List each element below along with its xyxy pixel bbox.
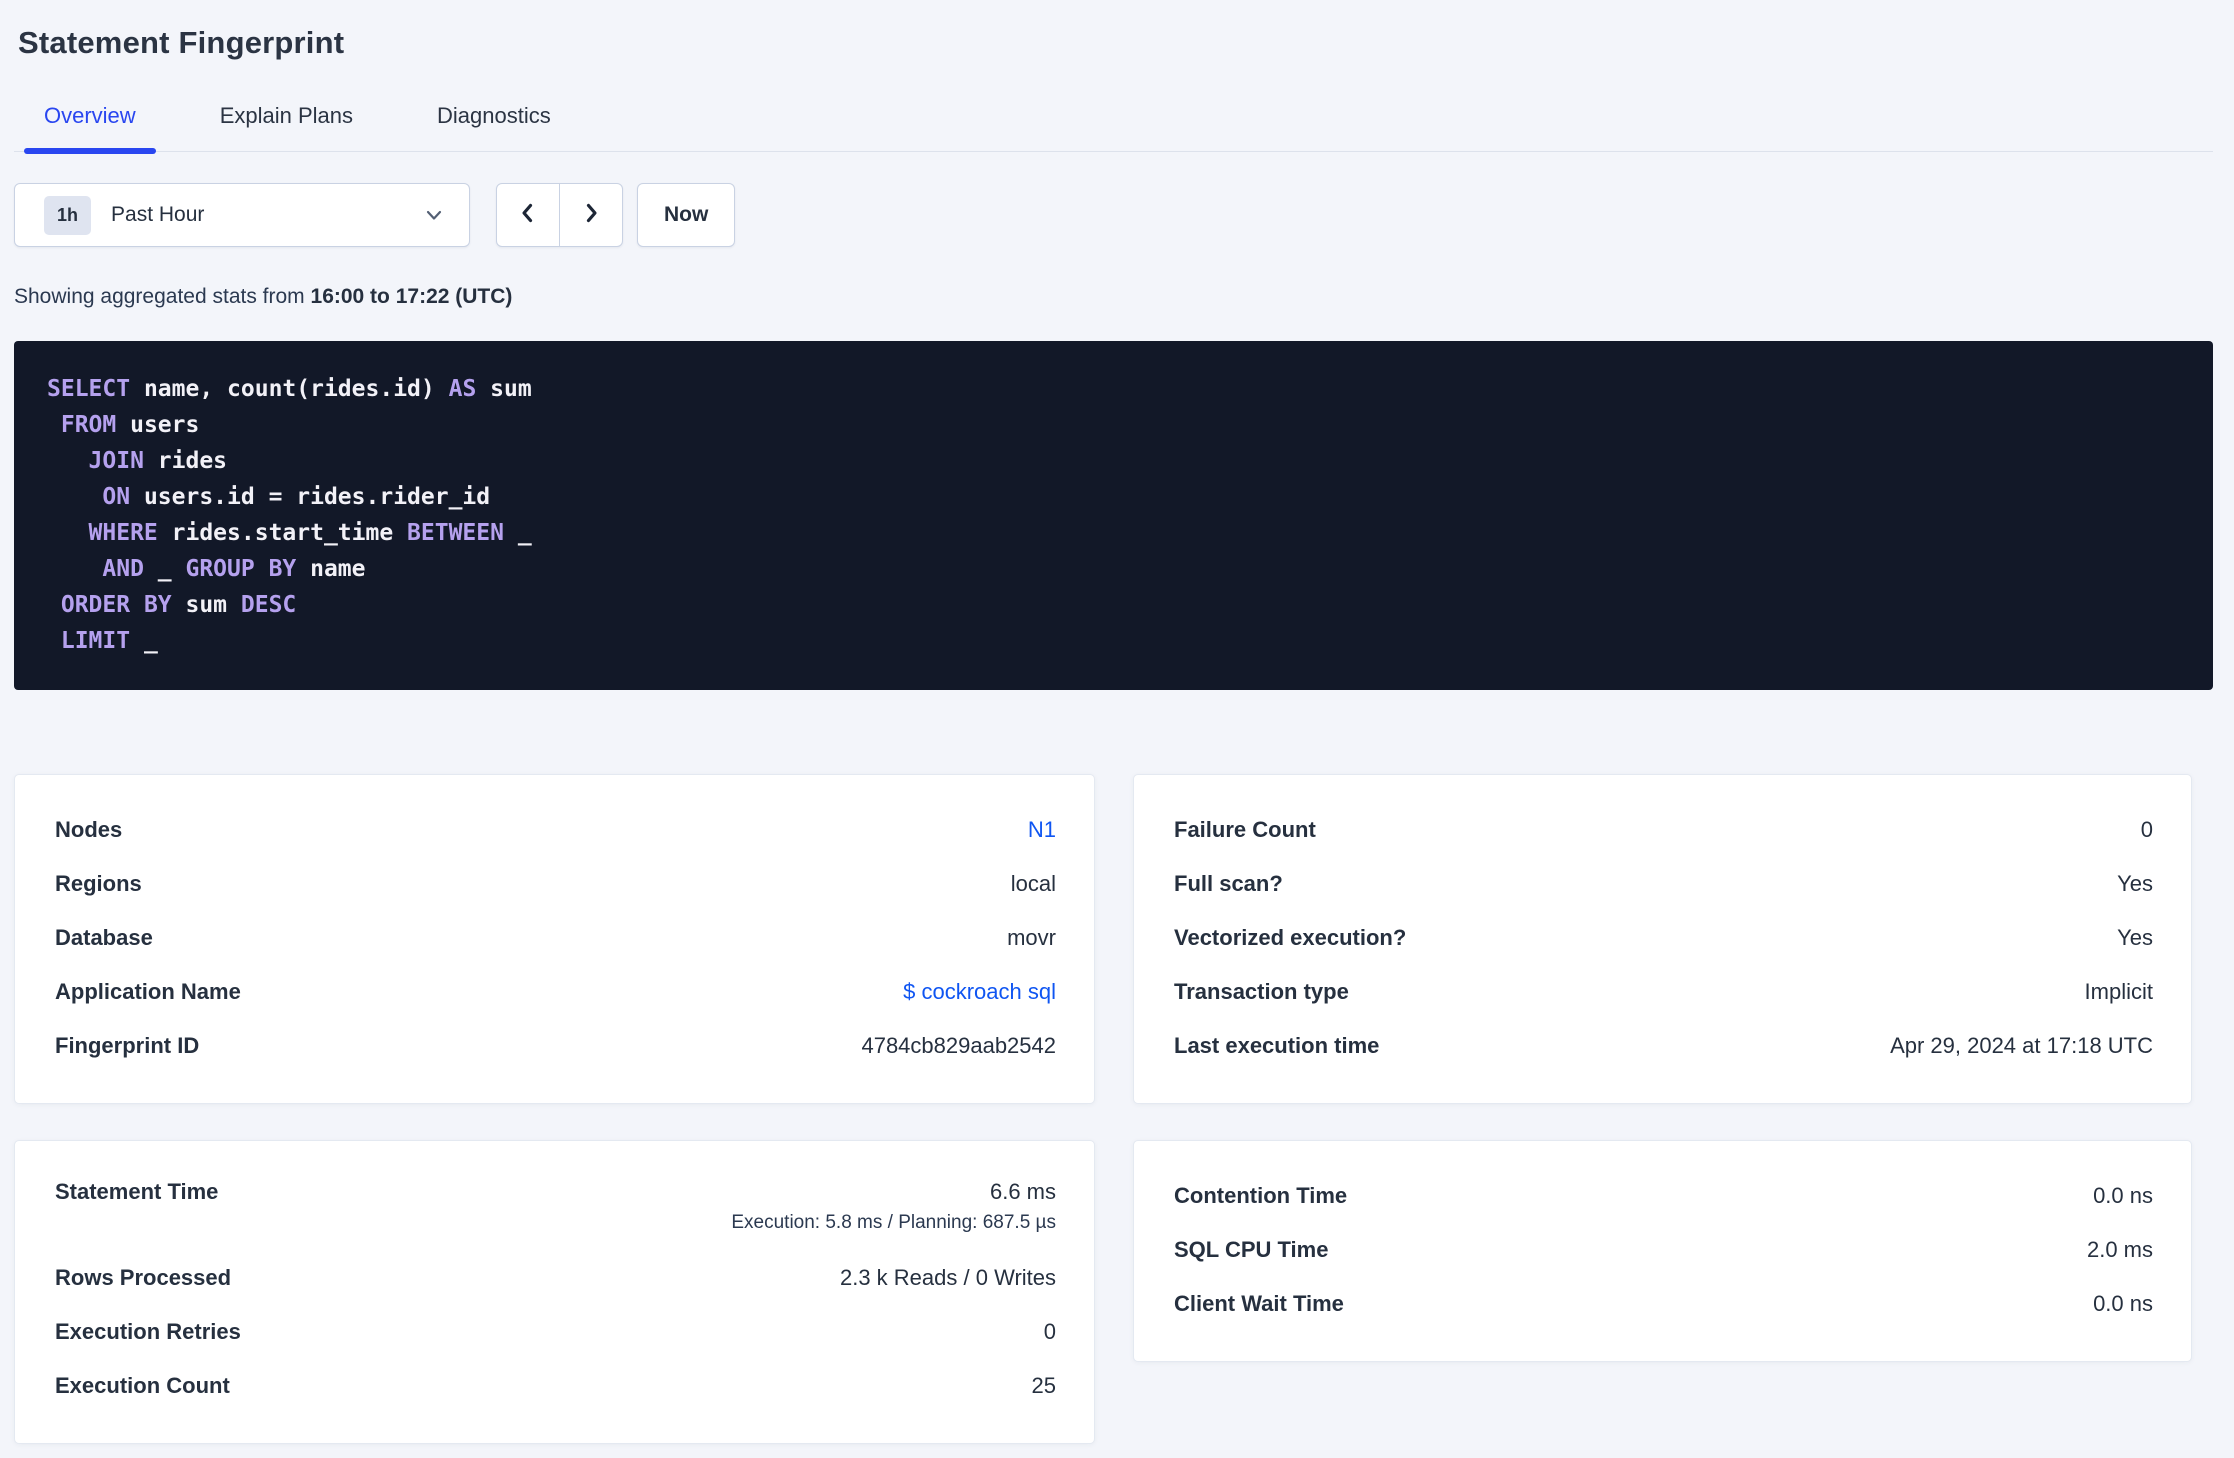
- info-label: Execution Retries: [55, 1319, 241, 1344]
- info-value: movr: [1007, 925, 1056, 950]
- execution-attributes-card: Failure Count 0 Full scan? Yes Vectorize…: [1133, 774, 2192, 1104]
- left-card-column: Nodes N1 Regions local Database movr App…: [14, 774, 1095, 1444]
- right-card-column: Failure Count 0 Full scan? Yes Vectorize…: [1133, 774, 2192, 1444]
- info-row-fingerprint-id: Fingerprint ID 4784cb829aab2542: [55, 1019, 1056, 1073]
- time-window-stepper: [496, 183, 623, 247]
- sql-line: WHERE rides.start_time BETWEEN _: [88, 520, 532, 546]
- info-row-regions: Regions local: [55, 857, 1056, 911]
- time-range-duration-badge: 1h: [44, 195, 92, 235]
- info-value: 0.0 ns: [2093, 1291, 2153, 1316]
- previous-time-window-button[interactable]: [497, 184, 559, 246]
- info-value: Implicit: [2084, 979, 2153, 1004]
- info-label: Vectorized execution?: [1174, 925, 1407, 950]
- info-row-transaction-type: Transaction type Implicit: [1174, 965, 2153, 1019]
- info-value: 25: [1031, 1373, 1056, 1398]
- info-label: Last execution time: [1174, 1033, 1380, 1058]
- info-label: Rows Processed: [55, 1265, 232, 1290]
- sql-line: JOIN rides: [88, 448, 228, 474]
- statement-time-values: 6.6 ms Execution: 5.8 ms / Planning: 687…: [731, 1179, 1056, 1234]
- info-value: 0: [2140, 817, 2153, 842]
- info-label: Contention Time: [1174, 1183, 1348, 1208]
- info-row-statement-time: Statement Time 6.6 ms Execution: 5.8 ms …: [55, 1169, 1056, 1251]
- info-row-database: Database movr: [55, 911, 1056, 965]
- info-value: 2.0 ms: [2086, 1237, 2153, 1262]
- time-range-dropdown[interactable]: 1h Past Hour: [14, 183, 470, 247]
- time-controls: 1h Past Hour Now: [14, 183, 2213, 247]
- wait-time-card: Contention Time 0.0 ns SQL CPU Time 2.0 …: [1133, 1140, 2192, 1362]
- info-label: Full scan?: [1174, 871, 1283, 896]
- info-label: Execution Count: [55, 1373, 230, 1398]
- info-row-execution-count: Execution Count 25: [55, 1359, 1056, 1413]
- statement-fingerprint-page: Statement Fingerprint Overview Explain P…: [0, 0, 2234, 1444]
- info-value: 0: [1043, 1319, 1056, 1344]
- aggregated-stats-caption: Showing aggregated stats from 16:00 to 1…: [14, 285, 2213, 309]
- info-label: Regions: [55, 871, 142, 896]
- page-title: Statement Fingerprint: [18, 25, 345, 60]
- statement-timing-card: Statement Time 6.6 ms Execution: 5.8 ms …: [14, 1140, 1095, 1444]
- info-value: 2.3 k Reads / 0 Writes: [839, 1265, 1056, 1290]
- info-row-client-wait-time: Client Wait Time 0.0 ns: [1174, 1277, 2153, 1331]
- info-row-failure-count: Failure Count 0: [1174, 803, 2153, 857]
- info-label: Database: [55, 925, 153, 950]
- chevron-right-icon: [579, 201, 603, 230]
- sql-line: LIMIT _: [60, 628, 158, 654]
- tab-explain-plans[interactable]: Explain Plans: [200, 103, 373, 151]
- info-value: 0.0 ns: [2093, 1183, 2153, 1208]
- info-row-last-execution-time: Last execution time Apr 29, 2024 at 17:1…: [1174, 1019, 2153, 1073]
- sql-line: AND _ GROUP BY name: [102, 556, 366, 582]
- info-label: Application Name: [55, 979, 241, 1004]
- info-value: 4784cb829aab2542: [861, 1033, 1056, 1058]
- application-name-link[interactable]: $ cockroach sql: [903, 979, 1056, 1005]
- info-value: 6.6 ms: [989, 1179, 1056, 1204]
- nodes-link[interactable]: N1: [1028, 817, 1056, 843]
- statement-time-breakdown: Execution: 5.8 ms / Planning: 687.5 µs: [731, 1212, 1056, 1233]
- tab-diagnostics[interactable]: Diagnostics: [417, 103, 571, 151]
- info-label: Statement Time: [55, 1179, 219, 1204]
- info-label: Client Wait Time: [1174, 1291, 1344, 1316]
- info-row-contention-time: Contention Time 0.0 ns: [1174, 1169, 2153, 1223]
- now-button[interactable]: Now: [637, 183, 736, 247]
- sql-line: SELECT name, count(rides.id) AS sum: [47, 376, 532, 402]
- info-value: Apr 29, 2024 at 17:18 UTC: [1890, 1033, 2153, 1058]
- sql-line: ORDER BY sum DESC: [60, 592, 297, 618]
- sql-line: ON users.id = rides.rider_id: [102, 484, 491, 510]
- tab-overview[interactable]: Overview: [24, 103, 156, 154]
- statement-details-card: Nodes N1 Regions local Database movr App…: [14, 774, 1095, 1104]
- next-time-window-button[interactable]: [559, 184, 622, 246]
- info-row-execution-retries: Execution Retries 0: [55, 1305, 1056, 1359]
- tab-bar: Overview Explain Plans Diagnostics: [14, 103, 2213, 154]
- info-label: Nodes: [55, 817, 123, 842]
- time-range-label: Past Hour: [111, 203, 205, 226]
- info-value: Yes: [2117, 925, 2153, 950]
- info-row-full-scan: Full scan? Yes: [1174, 857, 2153, 911]
- chevron-down-icon: [423, 204, 445, 226]
- sql-statement-box: SELECT name, count(rides.id) AS sum FROM…: [14, 341, 2213, 690]
- info-label: SQL CPU Time: [1174, 1237, 1329, 1262]
- caption-prefix: Showing aggregated stats from: [14, 285, 311, 308]
- caption-time-range: 16:00 to 17:22 (UTC): [310, 285, 513, 308]
- info-value: local: [1010, 871, 1056, 896]
- summary-cards: Nodes N1 Regions local Database movr App…: [14, 774, 2213, 1444]
- info-row-application-name: Application Name $ cockroach sql: [55, 965, 1056, 1019]
- info-row-sql-cpu-time: SQL CPU Time 2.0 ms: [1174, 1223, 2153, 1277]
- chevron-left-icon: [516, 201, 540, 230]
- info-row-nodes: Nodes N1: [55, 803, 1056, 857]
- info-row-rows-processed: Rows Processed 2.3 k Reads / 0 Writes: [55, 1251, 1056, 1305]
- info-label: Transaction type: [1174, 979, 1349, 1004]
- info-row-vectorized-execution: Vectorized execution? Yes: [1174, 911, 2153, 965]
- info-value: Yes: [2117, 871, 2153, 896]
- info-label: Failure Count: [1174, 817, 1316, 842]
- sql-line: FROM users: [60, 412, 200, 438]
- info-label: Fingerprint ID: [55, 1033, 200, 1058]
